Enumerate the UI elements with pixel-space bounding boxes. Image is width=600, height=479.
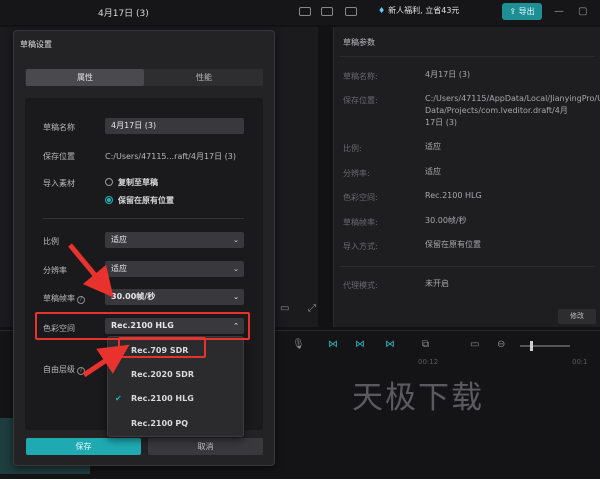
split-icon[interactable]: ⧉ — [422, 339, 429, 350]
radio-copy-to-draft[interactable] — [105, 178, 113, 186]
save-location-label: 保存位置 — [43, 152, 75, 161]
preview-axis-icon[interactable]: ⋈ — [385, 339, 395, 350]
param-key: 色彩空间: — [343, 193, 378, 202]
resolution-label: 分辨率 — [43, 266, 67, 275]
zoom-slider-handle[interactable] — [530, 341, 533, 351]
param-key: 保存位置: — [343, 96, 378, 105]
resolution-value: 适应 — [111, 264, 127, 273]
dialog-title: 草稿设置 — [20, 40, 52, 49]
framerate-value: 30.00帧/秒 — [111, 292, 156, 301]
param-key: 分辨率: — [343, 169, 370, 178]
param-value: Rec.2100 HLG — [425, 191, 482, 200]
microphone-icon[interactable]: 🎙 — [292, 339, 305, 350]
project-title: 4月17日 (3) — [98, 9, 149, 19]
custom-layer-label: 自由层级 — [43, 365, 75, 374]
option-rec2020-sdr[interactable]: Rec.2020 SDR — [131, 370, 194, 379]
param-value: 适应 — [425, 167, 441, 176]
ratio-icon[interactable]: ▭ — [280, 303, 289, 314]
import-media-label: 导入素材 — [43, 179, 75, 188]
ruler-mark: 00:1 — [572, 358, 588, 366]
param-key: 代理模式: — [343, 281, 378, 290]
upload-icon: ⇪ — [509, 7, 519, 16]
param-key: 草稿帧率: — [343, 218, 378, 227]
param-value: 30.00帧/秒 — [425, 216, 467, 225]
layout-icon[interactable] — [299, 7, 311, 16]
magnet-icon[interactable]: ⋈ — [328, 339, 338, 350]
chevron-down-icon: ⌄ — [233, 265, 239, 273]
link-icon[interactable]: ⋈ — [355, 339, 365, 350]
zoom-out-icon[interactable]: ⊖ — [497, 339, 505, 350]
tab-performance[interactable]: 性能 — [145, 69, 263, 86]
ratio-label: 比例 — [43, 237, 59, 246]
save-button[interactable]: 保存 — [26, 438, 141, 455]
export-button[interactable]: ⇪ 导出 — [502, 3, 542, 20]
param-value: C:/Users/47115/AppData/Local/JianyingPro… — [425, 94, 600, 127]
custom-layer-label-wrap: 自由层级? — [43, 364, 85, 375]
framerate-label: 草稿帧率 — [43, 294, 75, 303]
ratio-value: 适应 — [111, 235, 127, 244]
promo-banner[interactable]: ♦ 新人福利, 立省43元 — [378, 5, 459, 16]
option-rec2100-hlg[interactable]: Rec.2100 HLG — [131, 394, 194, 403]
draft-name-input[interactable]: 4月17日 (3) — [105, 118, 244, 134]
caption-icon[interactable]: ▭ — [470, 339, 479, 350]
modify-button[interactable]: 修改 — [558, 309, 596, 324]
divider — [340, 56, 595, 57]
zoom-slider[interactable] — [520, 345, 570, 347]
check-icon: ✔ — [115, 394, 122, 403]
fullscreen-player-icon[interactable]: ⤢ — [308, 303, 316, 314]
timeline-ruler: 00:12 00:1 — [270, 358, 600, 370]
highlight-box-colorspace — [35, 312, 250, 340]
highlight-box-rec709 — [118, 337, 206, 358]
param-value: 4月17日 (3) — [425, 70, 471, 79]
divider — [340, 266, 595, 267]
draft-params-title: 草稿参数 — [343, 38, 375, 47]
watermark: 天极下载 — [352, 380, 484, 416]
radio-copy-label[interactable]: 复制至草稿 — [118, 177, 158, 188]
framerate-select[interactable]: 30.00帧/秒 ⌄ — [105, 289, 244, 305]
param-value: 适应 — [425, 142, 441, 151]
maximize-icon[interactable]: ▢ — [578, 6, 587, 17]
param-key: 比例: — [343, 144, 362, 153]
divider — [43, 218, 244, 219]
promo-text: 新人福利, 立省43元 — [388, 6, 460, 15]
radio-keep-original[interactable] — [105, 196, 113, 204]
ruler-mark: 00:12 — [418, 358, 439, 366]
param-key: 导入方式: — [343, 242, 378, 251]
help-icon[interactable]: ? — [77, 296, 85, 304]
chevron-down-icon: ⌄ — [233, 293, 239, 301]
tab-properties[interactable]: 属性 — [26, 69, 144, 86]
help-icon[interactable]: ? — [77, 367, 85, 375]
save-location-value: C:/Users/47115...raft/4月17日 (3) — [105, 152, 236, 161]
export-label: 导出 — [518, 7, 535, 16]
cancel-button[interactable]: 取消 — [148, 438, 263, 455]
draft-name-label: 草稿名称 — [43, 123, 75, 132]
fullscreen-icon[interactable] — [345, 7, 357, 16]
param-value: 未开启 — [425, 279, 449, 288]
param-key: 草稿名称: — [343, 72, 378, 81]
chevron-down-icon: ⌄ — [233, 236, 239, 244]
framerate-label-wrap: 草稿帧率? — [43, 293, 85, 304]
shortcut-icon[interactable] — [321, 7, 333, 16]
radio-keep-label[interactable]: 保留在原有位置 — [118, 195, 174, 206]
diamond-icon: ♦ — [378, 6, 386, 15]
minimize-icon[interactable]: — — [554, 6, 564, 17]
resolution-select[interactable]: 适应 ⌄ — [105, 261, 244, 277]
option-rec2100-pq[interactable]: Rec.2100 PQ — [131, 419, 188, 428]
param-value: 保留在原有位置 — [425, 240, 481, 249]
ratio-select[interactable]: 适应 ⌄ — [105, 232, 244, 248]
